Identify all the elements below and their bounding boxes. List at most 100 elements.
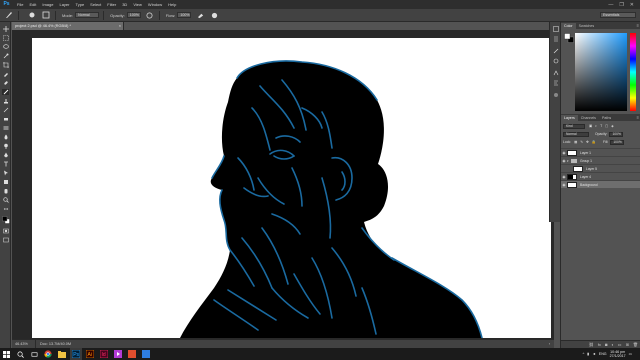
add-mask-icon[interactable]: ◙ <box>605 342 607 347</box>
task-view-icon[interactable] <box>28 348 40 360</box>
character-panel-icon[interactable] <box>552 70 559 76</box>
brush-size-icon[interactable] <box>27 11 37 20</box>
lasso-tool-icon[interactable] <box>2 44 9 50</box>
menu-help[interactable]: Help <box>165 0 179 9</box>
path-selection-tool-icon[interactable] <box>2 170 9 176</box>
dodge-tool-icon[interactable] <box>2 143 9 149</box>
pressure-opacity-icon[interactable] <box>145 11 155 20</box>
document-tab[interactable]: project 2.psd @ 46.4% (RGB/8) * × <box>12 22 124 30</box>
blur-tool-icon[interactable] <box>2 134 9 140</box>
quick-select-tool-icon[interactable] <box>2 53 9 59</box>
history-brush-tool-icon[interactable] <box>2 107 9 113</box>
marquee-tool-icon[interactable] <box>2 35 9 41</box>
type-tool-icon[interactable] <box>2 161 9 167</box>
brush-tool-preset-icon[interactable] <box>4 11 14 20</box>
clone-source-icon[interactable] <box>552 58 559 64</box>
divider <box>18 10 19 20</box>
paragraph-panel-icon[interactable] <box>552 80 559 86</box>
close-tab-icon[interactable]: × <box>119 22 121 30</box>
brush-tool-icon[interactable] <box>2 89 9 95</box>
menu-file[interactable]: File <box>14 0 26 9</box>
layer-style-icon[interactable]: fx <box>598 342 601 347</box>
new-layer-icon[interactable]: ⊞ <box>626 342 629 347</box>
layer-opacity-field[interactable]: 100% <box>609 131 624 137</box>
gradient-tool-icon[interactable] <box>2 125 9 131</box>
hand-tool-icon[interactable] <box>2 188 9 194</box>
menu-view[interactable]: View <box>130 0 145 9</box>
kind-filter-select[interactable]: Kind <box>563 123 585 129</box>
crop-tool-icon[interactable] <box>2 62 9 68</box>
chevron-up-icon[interactable]: ^ <box>583 352 585 356</box>
healing-brush-tool-icon[interactable] <box>2 80 9 86</box>
hue-slider[interactable] <box>630 33 636 111</box>
menu-image[interactable]: Image <box>39 0 56 9</box>
foreground-background-colors[interactable] <box>2 216 10 224</box>
indesign-icon[interactable]: Id <box>98 348 110 360</box>
app-icon[interactable] <box>140 348 152 360</box>
photoshop-taskbar-icon[interactable]: Ps <box>70 348 82 360</box>
notifications-icon[interactable]: ▭ <box>629 352 632 356</box>
layer-thumbnail <box>567 181 577 188</box>
layer-row-selected[interactable]: ◉ Background <box>561 180 640 188</box>
clock[interactable]: 10:46 pm 27/1/2017 <box>610 350 626 358</box>
maximize-icon[interactable]: ❐ <box>619 2 623 8</box>
group-row[interactable]: ◉ ▾ Group 1 <box>561 156 640 164</box>
properties-panel-icon[interactable] <box>552 36 559 42</box>
brush-panel-icon[interactable] <box>41 11 51 20</box>
workspace-select[interactable]: Essentials <box>600 12 636 18</box>
blend-mode-select[interactable]: Normal <box>563 131 589 137</box>
menu-filter[interactable]: Filter <box>104 0 119 9</box>
menu-type[interactable]: Type <box>73 0 88 9</box>
pen-tool-icon[interactable] <box>2 152 9 158</box>
trash-icon[interactable]: 🗑 <box>633 342 638 347</box>
color-swatches[interactable] <box>564 33 574 43</box>
screen-mode-icon[interactable] <box>2 237 9 243</box>
fill-field[interactable]: 100% <box>610 139 625 145</box>
svg-text:Ai: Ai <box>88 352 92 358</box>
pressure-size-icon[interactable] <box>209 11 219 20</box>
layer-row[interactable]: ◉ Layer 1 <box>561 148 640 156</box>
clone-stamp-tool-icon[interactable] <box>2 98 9 104</box>
volume-icon[interactable]: ◄ <box>592 352 596 356</box>
quick-mask-icon[interactable] <box>2 228 9 234</box>
menu-layer[interactable]: Layer <box>56 0 72 9</box>
adjustments-panel-icon[interactable] <box>552 92 559 98</box>
document-info[interactable]: Doc: 13.7M/40.0M <box>36 342 71 346</box>
eraser-tool-icon[interactable] <box>2 116 9 122</box>
windows-start-icon[interactable] <box>0 348 12 360</box>
close-icon[interactable]: ✕ <box>630 2 634 8</box>
media-player-icon[interactable] <box>112 348 124 360</box>
lock-icons[interactable]: ▦ ✎ ✥ 🔒 <box>574 140 597 144</box>
illustrator-icon[interactable]: Ai <box>84 348 96 360</box>
menu-edit[interactable]: Edit <box>26 0 39 9</box>
eyedropper-tool-icon[interactable] <box>2 71 9 77</box>
layer-row[interactable]: Layer 5 <box>561 164 640 172</box>
flow-field[interactable]: 100% <box>177 12 192 18</box>
mode-select[interactable]: Normal <box>75 12 100 18</box>
adjustment-layer-icon[interactable]: ◐ <box>611 342 613 347</box>
link-layers-icon[interactable]: ⛓ <box>589 342 594 347</box>
zoom-tool-icon[interactable] <box>2 197 9 203</box>
airbrush-icon[interactable] <box>195 11 205 20</box>
layer-row[interactable]: ◉ Layer 4 <box>561 172 640 180</box>
menu-window[interactable]: Window <box>145 0 165 9</box>
more-tools-icon[interactable] <box>2 206 9 212</box>
minimize-icon[interactable]: — <box>608 2 613 8</box>
chrome-icon[interactable] <box>42 348 54 360</box>
menu-3d[interactable]: 3D <box>119 0 130 9</box>
brush-panel-icon[interactable] <box>552 48 559 54</box>
search-icon[interactable] <box>14 348 26 360</box>
saturation-value-picker[interactable] <box>575 33 627 111</box>
file-explorer-icon[interactable] <box>56 348 68 360</box>
new-group-icon[interactable]: ▭ <box>618 342 622 347</box>
canvas[interactable] <box>32 38 551 338</box>
menu-select[interactable]: Select <box>87 0 104 9</box>
shape-tool-icon[interactable] <box>2 179 9 185</box>
network-icon[interactable]: ▮ <box>587 352 589 356</box>
opacity-field[interactable]: 100% <box>126 12 141 18</box>
app-icon[interactable] <box>126 348 138 360</box>
filter-icons[interactable]: ▣ ◐ T ▢ ◈ <box>589 124 615 128</box>
move-tool-icon[interactable] <box>2 26 9 32</box>
language-indicator[interactable]: ENG <box>599 352 607 356</box>
history-panel-icon[interactable] <box>552 26 559 32</box>
